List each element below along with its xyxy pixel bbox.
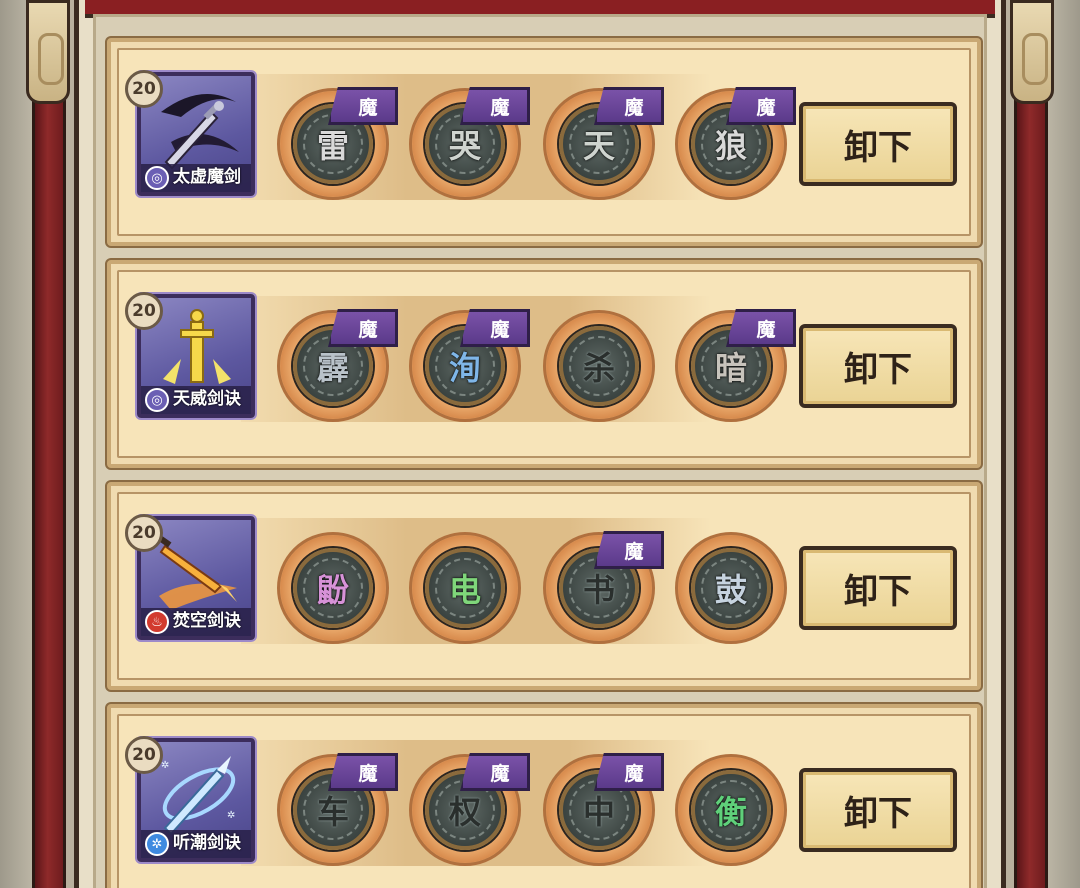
rune-char: 电 (448, 571, 481, 609)
rune-slot[interactable]: 哭 魔 (409, 87, 530, 200)
rune-slot[interactable]: 鼢 (277, 532, 389, 644)
rune-slot[interactable]: 权 魔 (409, 753, 530, 866)
rune-slot[interactable]: 衡 (675, 754, 787, 866)
skill-name: 焚空剑诀 (173, 611, 241, 631)
rune-char: 权 (448, 793, 481, 831)
rune-char: 狼 (714, 127, 747, 165)
rune-slot[interactable]: 中 魔 (543, 753, 664, 866)
rune-slot[interactable]: 洵 魔 (409, 309, 530, 422)
demon-tag: 魔 (328, 309, 398, 347)
flame-icon: ♨ (145, 610, 169, 634)
left-pillar (32, 60, 66, 888)
skill-row: ♨ 焚空剑诀 20 鼢 电 书 魔 鼓 卸下 (107, 482, 981, 690)
unequip-button[interactable]: 卸下 (799, 324, 957, 408)
rune-char: 霹 (316, 349, 349, 387)
rune-slot[interactable]: 鼓 (675, 532, 787, 644)
rune-slot[interactable]: 雷 魔 (277, 87, 398, 200)
demon-tag: 魔 (460, 753, 530, 791)
demon-tag: 魔 (460, 87, 530, 125)
level-badge: 20 (125, 514, 163, 552)
rune-slot[interactable]: 天 魔 (543, 87, 664, 200)
demon-tag: 魔 (594, 753, 664, 791)
rune-char: 洵 (448, 349, 481, 387)
rune-char: 鼢 (316, 571, 349, 609)
rune-char: 鼓 (714, 571, 747, 609)
rune-char: 杀 (582, 349, 615, 387)
skill-name: 听潮剑诀 (173, 833, 241, 853)
fire-sword-icon (156, 534, 237, 610)
dark-sword-icon (161, 94, 239, 170)
ice-sword-icon: ✲ ✲ (161, 756, 235, 836)
demon-tag: 魔 (460, 309, 530, 347)
demon-tag: 魔 (726, 309, 796, 347)
skill-row: ✲ ✲ ✲ 听潮剑诀 20 车 魔 权 魔 中 魔 衡 卸下 (107, 704, 981, 888)
rune-char: 书 (582, 571, 615, 609)
demon-tag: 魔 (594, 87, 664, 125)
unequip-button[interactable]: 卸下 (799, 102, 957, 186)
purple-swirl-icon: ◎ (145, 166, 169, 190)
demon-tag: 魔 (328, 87, 398, 125)
svg-text:✲: ✲ (161, 760, 169, 771)
right-pillar-ornament (1010, 0, 1054, 104)
rune-char: 暗 (714, 349, 747, 387)
rune-char: 中 (582, 793, 615, 831)
right-pillar (1014, 60, 1048, 888)
level-badge: 20 (125, 70, 163, 108)
skill-name: 天威剑诀 (173, 389, 241, 409)
skill-row: ◎ 太虚魔剑 20 雷 魔 哭 魔 天 魔 狼 魔 卸下 (107, 38, 981, 246)
rune-slot[interactable]: 狼 魔 (675, 87, 796, 200)
skill-name: 太虚魔剑 (173, 167, 241, 187)
purple-swirl-icon: ◎ (145, 388, 169, 412)
rune-slot[interactable]: 书 魔 (543, 531, 664, 644)
rune-char: 车 (316, 793, 349, 831)
level-badge: 20 (125, 292, 163, 330)
rune-char: 雷 (316, 127, 349, 165)
rune-char: 哭 (448, 127, 481, 165)
rune-slot[interactable]: 霹 魔 (277, 309, 398, 422)
svg-text:✲: ✲ (227, 810, 235, 821)
rune-char: 天 (582, 127, 615, 165)
rune-slot[interactable]: 暗 魔 (675, 309, 796, 422)
snowflake-icon: ✲ (145, 832, 169, 856)
rune-slot[interactable]: 电 (409, 532, 521, 644)
skill-row: ◎ 天威剑诀 20 霹 魔 洵 魔 杀 暗 魔 卸下 (107, 260, 981, 468)
golden-sword-icon (163, 309, 231, 384)
rune-slot[interactable]: 杀 (543, 310, 655, 422)
unequip-button[interactable]: 卸下 (799, 768, 957, 852)
left-pillar-ornament (26, 0, 70, 104)
level-badge: 20 (125, 736, 163, 774)
rune-slot[interactable]: 车 魔 (277, 753, 398, 866)
demon-tag: 魔 (726, 87, 796, 125)
unequip-button[interactable]: 卸下 (799, 546, 957, 630)
demon-tag: 魔 (328, 753, 398, 791)
rune-char: 衡 (714, 793, 747, 831)
demon-tag: 魔 (594, 531, 664, 569)
